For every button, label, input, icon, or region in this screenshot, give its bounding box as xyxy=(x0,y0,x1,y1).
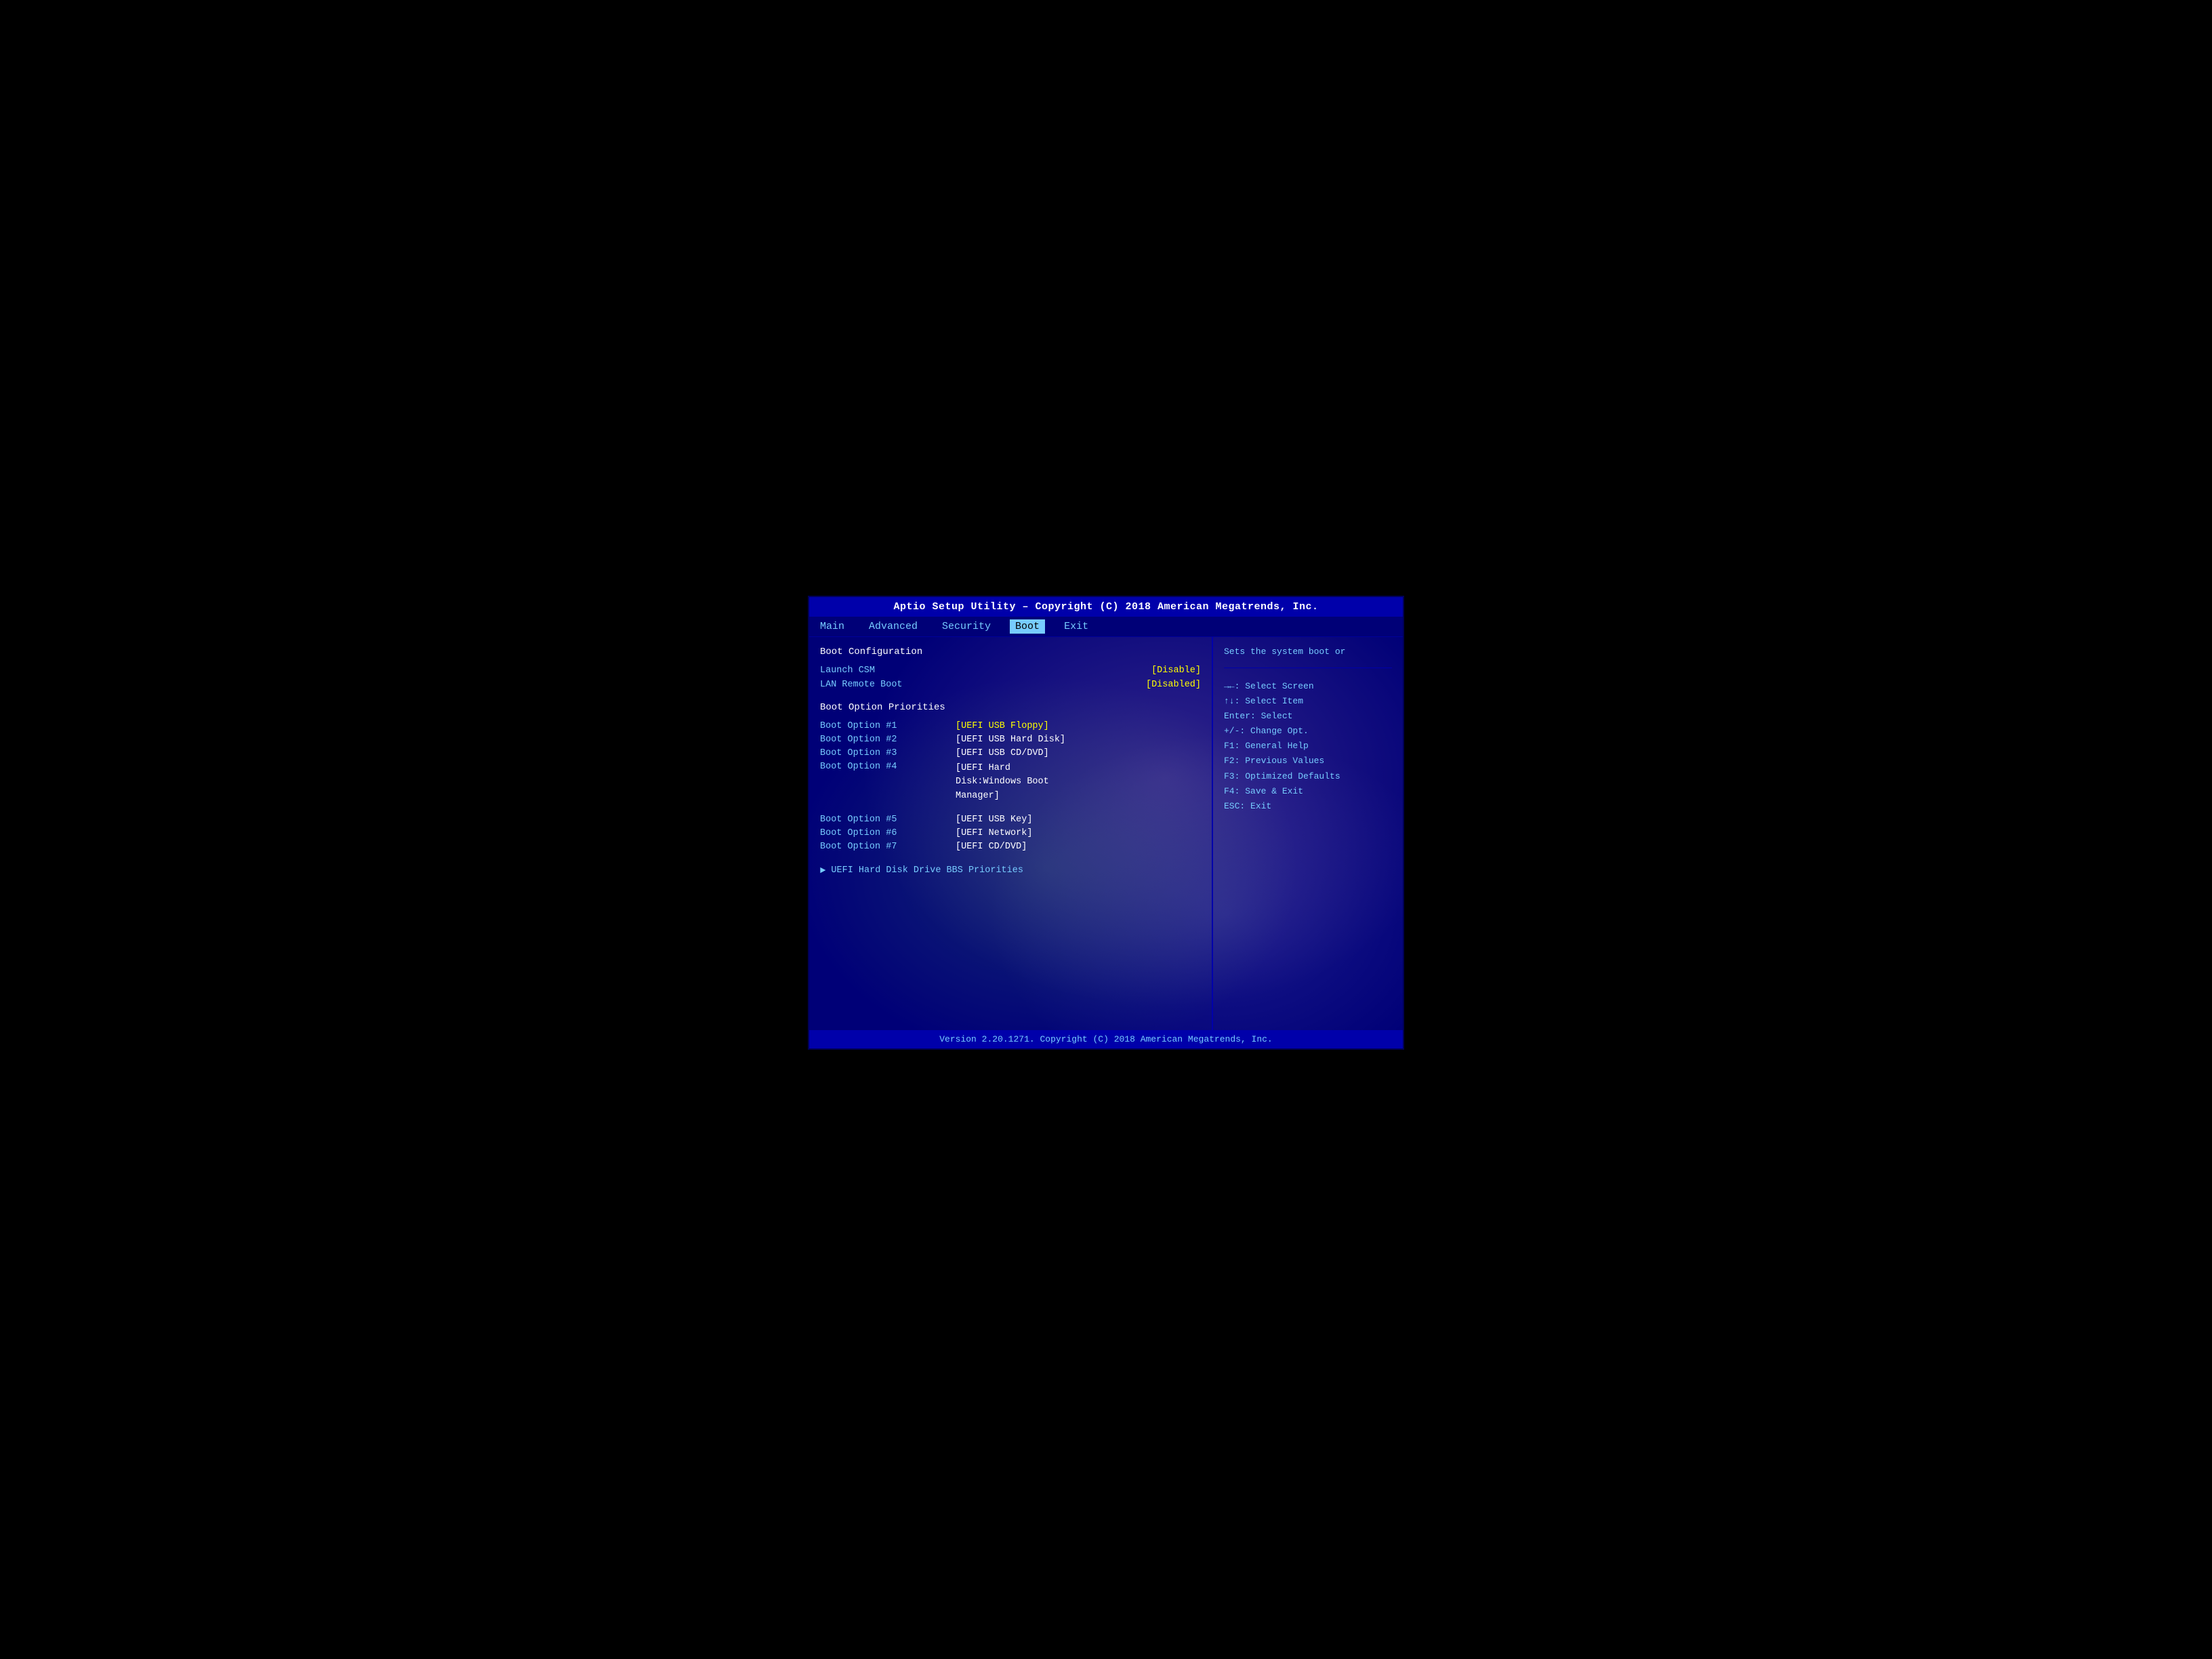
boot-option-6-value: [UEFI Network] xyxy=(956,828,1032,838)
hint-select-item: ↑↓: Select Item xyxy=(1224,694,1392,709)
hint-esc: ESC: Exit xyxy=(1224,799,1392,814)
hint-key-change: +/-: xyxy=(1224,726,1250,736)
hint-key-f4: F4: xyxy=(1224,786,1245,796)
hint-action-esc: Exit xyxy=(1250,801,1271,811)
content-area: Boot Configuration Launch CSM [Disable] … xyxy=(809,637,1403,1030)
bbs-label: UEFI Hard Disk Drive BBS Priorities xyxy=(831,865,1023,876)
monitor: Aptio Setup Utility – Copyright (C) 2018… xyxy=(801,582,1411,1077)
boot-option-5-value: [UEFI USB Key] xyxy=(956,815,1032,825)
launch-csm-label: Launch CSM xyxy=(820,665,1151,676)
boot-option-7-value: [UEFI CD/DVD] xyxy=(956,842,1027,852)
hint-action-f4: Save & Exit xyxy=(1245,786,1303,796)
menu-item-security[interactable]: Security xyxy=(937,619,996,634)
menu-item-main[interactable]: Main xyxy=(815,619,850,634)
hint-action-enter: Select xyxy=(1261,711,1293,721)
hint-key-item: ↑↓: xyxy=(1224,696,1245,706)
boot-option-7-row[interactable]: Boot Option #7 [UEFI CD/DVD] xyxy=(820,842,1201,852)
boot-option-2-value: [UEFI USB Hard Disk] xyxy=(956,735,1065,745)
section-title: Boot Configuration xyxy=(820,647,1201,657)
hint-action-change: Change Opt. xyxy=(1250,726,1309,736)
launch-csm-row: Launch CSM [Disable] xyxy=(820,665,1201,676)
boot-option-2-row[interactable]: Boot Option #2 [UEFI USB Hard Disk] xyxy=(820,735,1201,745)
hint-key-esc: ESC: xyxy=(1224,801,1250,811)
lan-remote-boot-label: LAN Remote Boot xyxy=(820,680,1146,690)
hint-change: +/-: Change Opt. xyxy=(1224,724,1392,739)
boot-option-3-value: [UEFI USB CD/DVD] xyxy=(956,748,1049,758)
boot-option-4-row[interactable]: Boot Option #4 [UEFI HardDisk:Windows Bo… xyxy=(820,762,1201,803)
menu-item-exit[interactable]: Exit xyxy=(1059,619,1094,634)
boot-option-1-row[interactable]: Boot Option #1 [UEFI USB Floppy] xyxy=(820,721,1201,731)
lan-remote-boot-value[interactable]: [Disabled] xyxy=(1146,680,1201,690)
left-panel: Boot Configuration Launch CSM [Disable] … xyxy=(809,637,1213,1030)
title-bar: Aptio Setup Utility – Copyright (C) 2018… xyxy=(809,597,1403,617)
boot-option-6-label: Boot Option #6 xyxy=(820,828,956,838)
bios-screen: Aptio Setup Utility – Copyright (C) 2018… xyxy=(808,596,1404,1050)
bbs-row[interactable]: ► UEFI Hard Disk Drive BBS Priorities xyxy=(820,865,1201,876)
boot-option-2-label: Boot Option #2 xyxy=(820,735,956,745)
boot-option-1-value: [UEFI USB Floppy] xyxy=(956,721,1049,731)
bbs-arrow-icon: ► xyxy=(820,865,825,876)
hint-action-f3: Optimized Defaults xyxy=(1245,771,1340,781)
divider-1 xyxy=(820,694,1201,702)
hint-action-f1: General Help xyxy=(1245,741,1309,751)
hint-section: →←: Select Screen ↑↓: Select Item Enter:… xyxy=(1224,679,1392,814)
footer-text: Version 2.20.1271. Copyright (C) 2018 Am… xyxy=(939,1034,1272,1044)
hint-action-f2: Previous Values xyxy=(1245,756,1324,766)
lan-remote-boot-row: LAN Remote Boot [Disabled] xyxy=(820,680,1201,690)
hint-f3: F3: Optimized Defaults xyxy=(1224,769,1392,784)
boot-option-4-value: [UEFI HardDisk:Windows BootManager] xyxy=(956,762,1049,803)
right-description: Sets the system boot or xyxy=(1224,647,1392,668)
launch-csm-value[interactable]: [Disable] xyxy=(1151,665,1201,676)
hint-action-screen: Select Screen xyxy=(1245,681,1313,691)
hint-action-item: Select Item xyxy=(1245,696,1303,706)
boot-option-7-label: Boot Option #7 xyxy=(820,842,956,852)
boot-option-5-row[interactable]: Boot Option #5 [UEFI USB Key] xyxy=(820,815,1201,825)
hint-f1: F1: General Help xyxy=(1224,739,1392,754)
hint-key-screen: →←: xyxy=(1224,681,1245,691)
menu-item-advanced[interactable]: Advanced xyxy=(863,619,923,634)
footer-bar: Version 2.20.1271. Copyright (C) 2018 Am… xyxy=(809,1030,1403,1048)
hint-key-f2: F2: xyxy=(1224,756,1245,766)
boot-option-4-label: Boot Option #4 xyxy=(820,762,956,803)
boot-option-3-row[interactable]: Boot Option #3 [UEFI USB CD/DVD] xyxy=(820,748,1201,758)
title-text: Aptio Setup Utility – Copyright (C) 2018… xyxy=(893,601,1318,613)
hint-key-f3: F3: xyxy=(1224,771,1245,781)
menu-bar: Main Advanced Security Boot Exit xyxy=(809,617,1403,637)
boot-option-3-label: Boot Option #3 xyxy=(820,748,956,758)
boot-option-priorities-title: Boot Option Priorities xyxy=(820,702,1201,713)
menu-item-boot[interactable]: Boot xyxy=(1010,619,1045,634)
boot-option-1-label: Boot Option #1 xyxy=(820,721,956,731)
hint-key-f1: F1: xyxy=(1224,741,1245,751)
boot-option-5-label: Boot Option #5 xyxy=(820,815,956,825)
boot-option-6-row[interactable]: Boot Option #6 [UEFI Network] xyxy=(820,828,1201,838)
hint-f4: F4: Save & Exit xyxy=(1224,784,1392,799)
hint-key-enter: Enter: xyxy=(1224,711,1261,721)
hint-enter: Enter: Select xyxy=(1224,709,1392,724)
divider-2 xyxy=(820,806,1201,815)
right-panel: Sets the system boot or →←: Select Scree… xyxy=(1213,637,1403,1030)
hint-f2: F2: Previous Values xyxy=(1224,754,1392,769)
hint-select-screen: →←: Select Screen xyxy=(1224,679,1392,694)
